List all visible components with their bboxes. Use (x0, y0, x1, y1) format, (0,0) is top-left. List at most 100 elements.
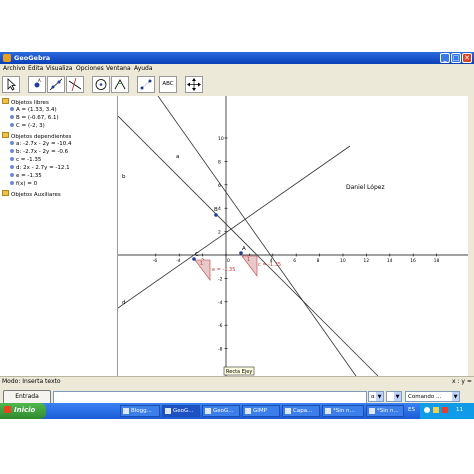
command-dropdown[interactable]: Comando ... ▼ (405, 391, 460, 402)
slope-e-label: e = -1.35 (212, 267, 235, 273)
list-item[interactable]: c = -1.35 (10, 157, 41, 163)
line-d[interactable] (117, 145, 351, 309)
folder-free-objects[interactable]: Objetos libres (2, 98, 49, 106)
menu-visualiza[interactable]: Visualiza (46, 65, 72, 72)
y-tick-label: -8 (218, 347, 223, 353)
x-tick-label: 12 (363, 258, 369, 264)
angle-tool[interactable] (111, 76, 129, 93)
folder-auxiliary-objects[interactable]: Objetos Auxiliares (2, 190, 61, 198)
author-text[interactable]: Daniel López (346, 184, 385, 191)
task-geogebra-1[interactable]: GeoG... (162, 405, 200, 417)
visibility-dot-icon[interactable] (10, 181, 14, 185)
folder-dependent-objects[interactable]: Objetos dependientes (2, 132, 71, 140)
language-indicator[interactable]: ES (408, 407, 415, 413)
tooltip-text: Recta Ejey (226, 369, 252, 375)
visibility-dot-icon[interactable] (10, 123, 14, 127)
menu-ventana[interactable]: Ventana (106, 65, 131, 72)
symbol-dropdown[interactable]: α ▼ (368, 391, 384, 402)
point-tool[interactable]: A (28, 76, 46, 93)
menu-edita[interactable]: Edita (28, 65, 43, 72)
windows-logo-icon (4, 406, 11, 413)
visibility-dot-icon[interactable] (10, 157, 14, 161)
reflect-icon (140, 79, 152, 90)
list-item[interactable]: C = (-2, 3) (10, 123, 45, 129)
x-tick-label: 8 (317, 258, 320, 264)
line-b-label: b (122, 174, 126, 180)
angle-icon (114, 79, 126, 90)
menu-opciones[interactable]: Opciones (76, 65, 104, 72)
folder-icon (2, 98, 9, 104)
list-item[interactable]: d: 2x - 2.7y = -12.1 (10, 165, 70, 171)
move-tool[interactable] (2, 76, 20, 93)
network-icon[interactable] (424, 407, 430, 413)
security-icon[interactable] (442, 407, 448, 413)
visibility-dot-icon[interactable] (10, 149, 14, 153)
graphics-view[interactable]: -6-4-2024681012141618 108642-2-4-6-8 a b… (117, 95, 468, 377)
slope-c-label: c = -1.35 (258, 262, 281, 268)
y-tick-label: -6 (218, 323, 223, 329)
algebra-view: Objetos libres A = (1.33, 3.4) B = (-0.6… (0, 96, 118, 376)
mode-text: Modo: Inserta texto (2, 378, 61, 385)
close-button[interactable]: ✕ (462, 53, 472, 63)
menu-ayuda[interactable]: Ayuda (134, 65, 153, 72)
svg-text:A: A (38, 78, 41, 83)
circle-tool[interactable] (92, 76, 110, 93)
start-button[interactable]: Inicio (0, 403, 46, 419)
window-icon (245, 408, 251, 414)
list-item[interactable]: e = -1.35 (10, 173, 42, 179)
list-item[interactable]: a: -2.7x - 2y = -10.4 (10, 141, 72, 147)
task-sin-nombre-1[interactable]: *Sin n... (322, 405, 364, 417)
menu-archivo[interactable]: Archivo (3, 65, 25, 72)
geogebra-app-icon (3, 54, 11, 62)
slope-one-c: 1 (247, 257, 250, 263)
x-tick-label: 0 (227, 258, 230, 264)
window-icon (369, 408, 375, 414)
line-icon (49, 78, 63, 91)
perpendicular-line-icon (68, 77, 82, 92)
windows-taskbar: Inicio Blogg... GeoG... GeoG... GIMP Cap… (0, 403, 474, 419)
x-tick-label: 18 (434, 258, 440, 264)
folder-icon (2, 132, 9, 138)
window-icon (165, 408, 171, 414)
point-b[interactable] (214, 213, 218, 217)
list-item[interactable]: f(x) = 0 (10, 181, 37, 187)
visibility-dot-icon[interactable] (10, 115, 14, 119)
task-blogger[interactable]: Blogg... (120, 405, 160, 417)
task-gimp[interactable]: GIMP (242, 405, 280, 417)
visibility-dot-icon[interactable] (10, 173, 14, 177)
system-tray: 11 (420, 403, 474, 419)
move-arrows-icon (187, 78, 201, 91)
perpendicular-tool[interactable] (66, 76, 84, 93)
coords-text: x : y = (452, 378, 472, 385)
text-tool[interactable]: ABC (159, 76, 177, 93)
list-item[interactable]: b: -2.7x - 2y = -0.6 (10, 149, 68, 155)
visibility-dot-icon[interactable] (10, 141, 14, 145)
graphics-svg[interactable]: -6-4-2024681012141618 108642-2-4-6-8 a b… (117, 95, 468, 377)
window-icon (285, 408, 291, 414)
list-item[interactable]: B = (-0.67, 6.1) (10, 115, 59, 121)
vertical-scrollbar[interactable] (468, 96, 474, 376)
window-icon (205, 408, 211, 414)
maximize-button[interactable]: □ (451, 53, 461, 63)
volume-icon[interactable] (433, 407, 439, 413)
move-view-tool[interactable] (185, 76, 203, 93)
window-icon (325, 408, 331, 414)
line-tool[interactable] (47, 76, 65, 93)
y-tick-label: 8 (218, 159, 221, 165)
minimize-button[interactable]: _ (440, 53, 450, 63)
circle-icon (95, 79, 107, 90)
task-sin-nombre-2[interactable]: *Sin n... (366, 405, 404, 417)
line-a-label: a (176, 154, 179, 160)
greek-dropdown[interactable]: ▼ (386, 391, 402, 402)
slope-one-e: 1 (200, 261, 203, 267)
task-capa[interactable]: Capa... (282, 405, 320, 417)
reflect-tool[interactable] (137, 76, 155, 93)
visibility-dot-icon[interactable] (10, 107, 14, 111)
line-b[interactable] (117, 115, 379, 377)
point-icon: A (34, 78, 41, 88)
list-item[interactable]: A = (1.33, 3.4) (10, 107, 57, 113)
task-geogebra-2[interactable]: GeoG... (202, 405, 240, 417)
visibility-dot-icon[interactable] (10, 165, 14, 169)
line-a[interactable] (157, 95, 357, 377)
x-tick-label: -4 (176, 258, 181, 264)
